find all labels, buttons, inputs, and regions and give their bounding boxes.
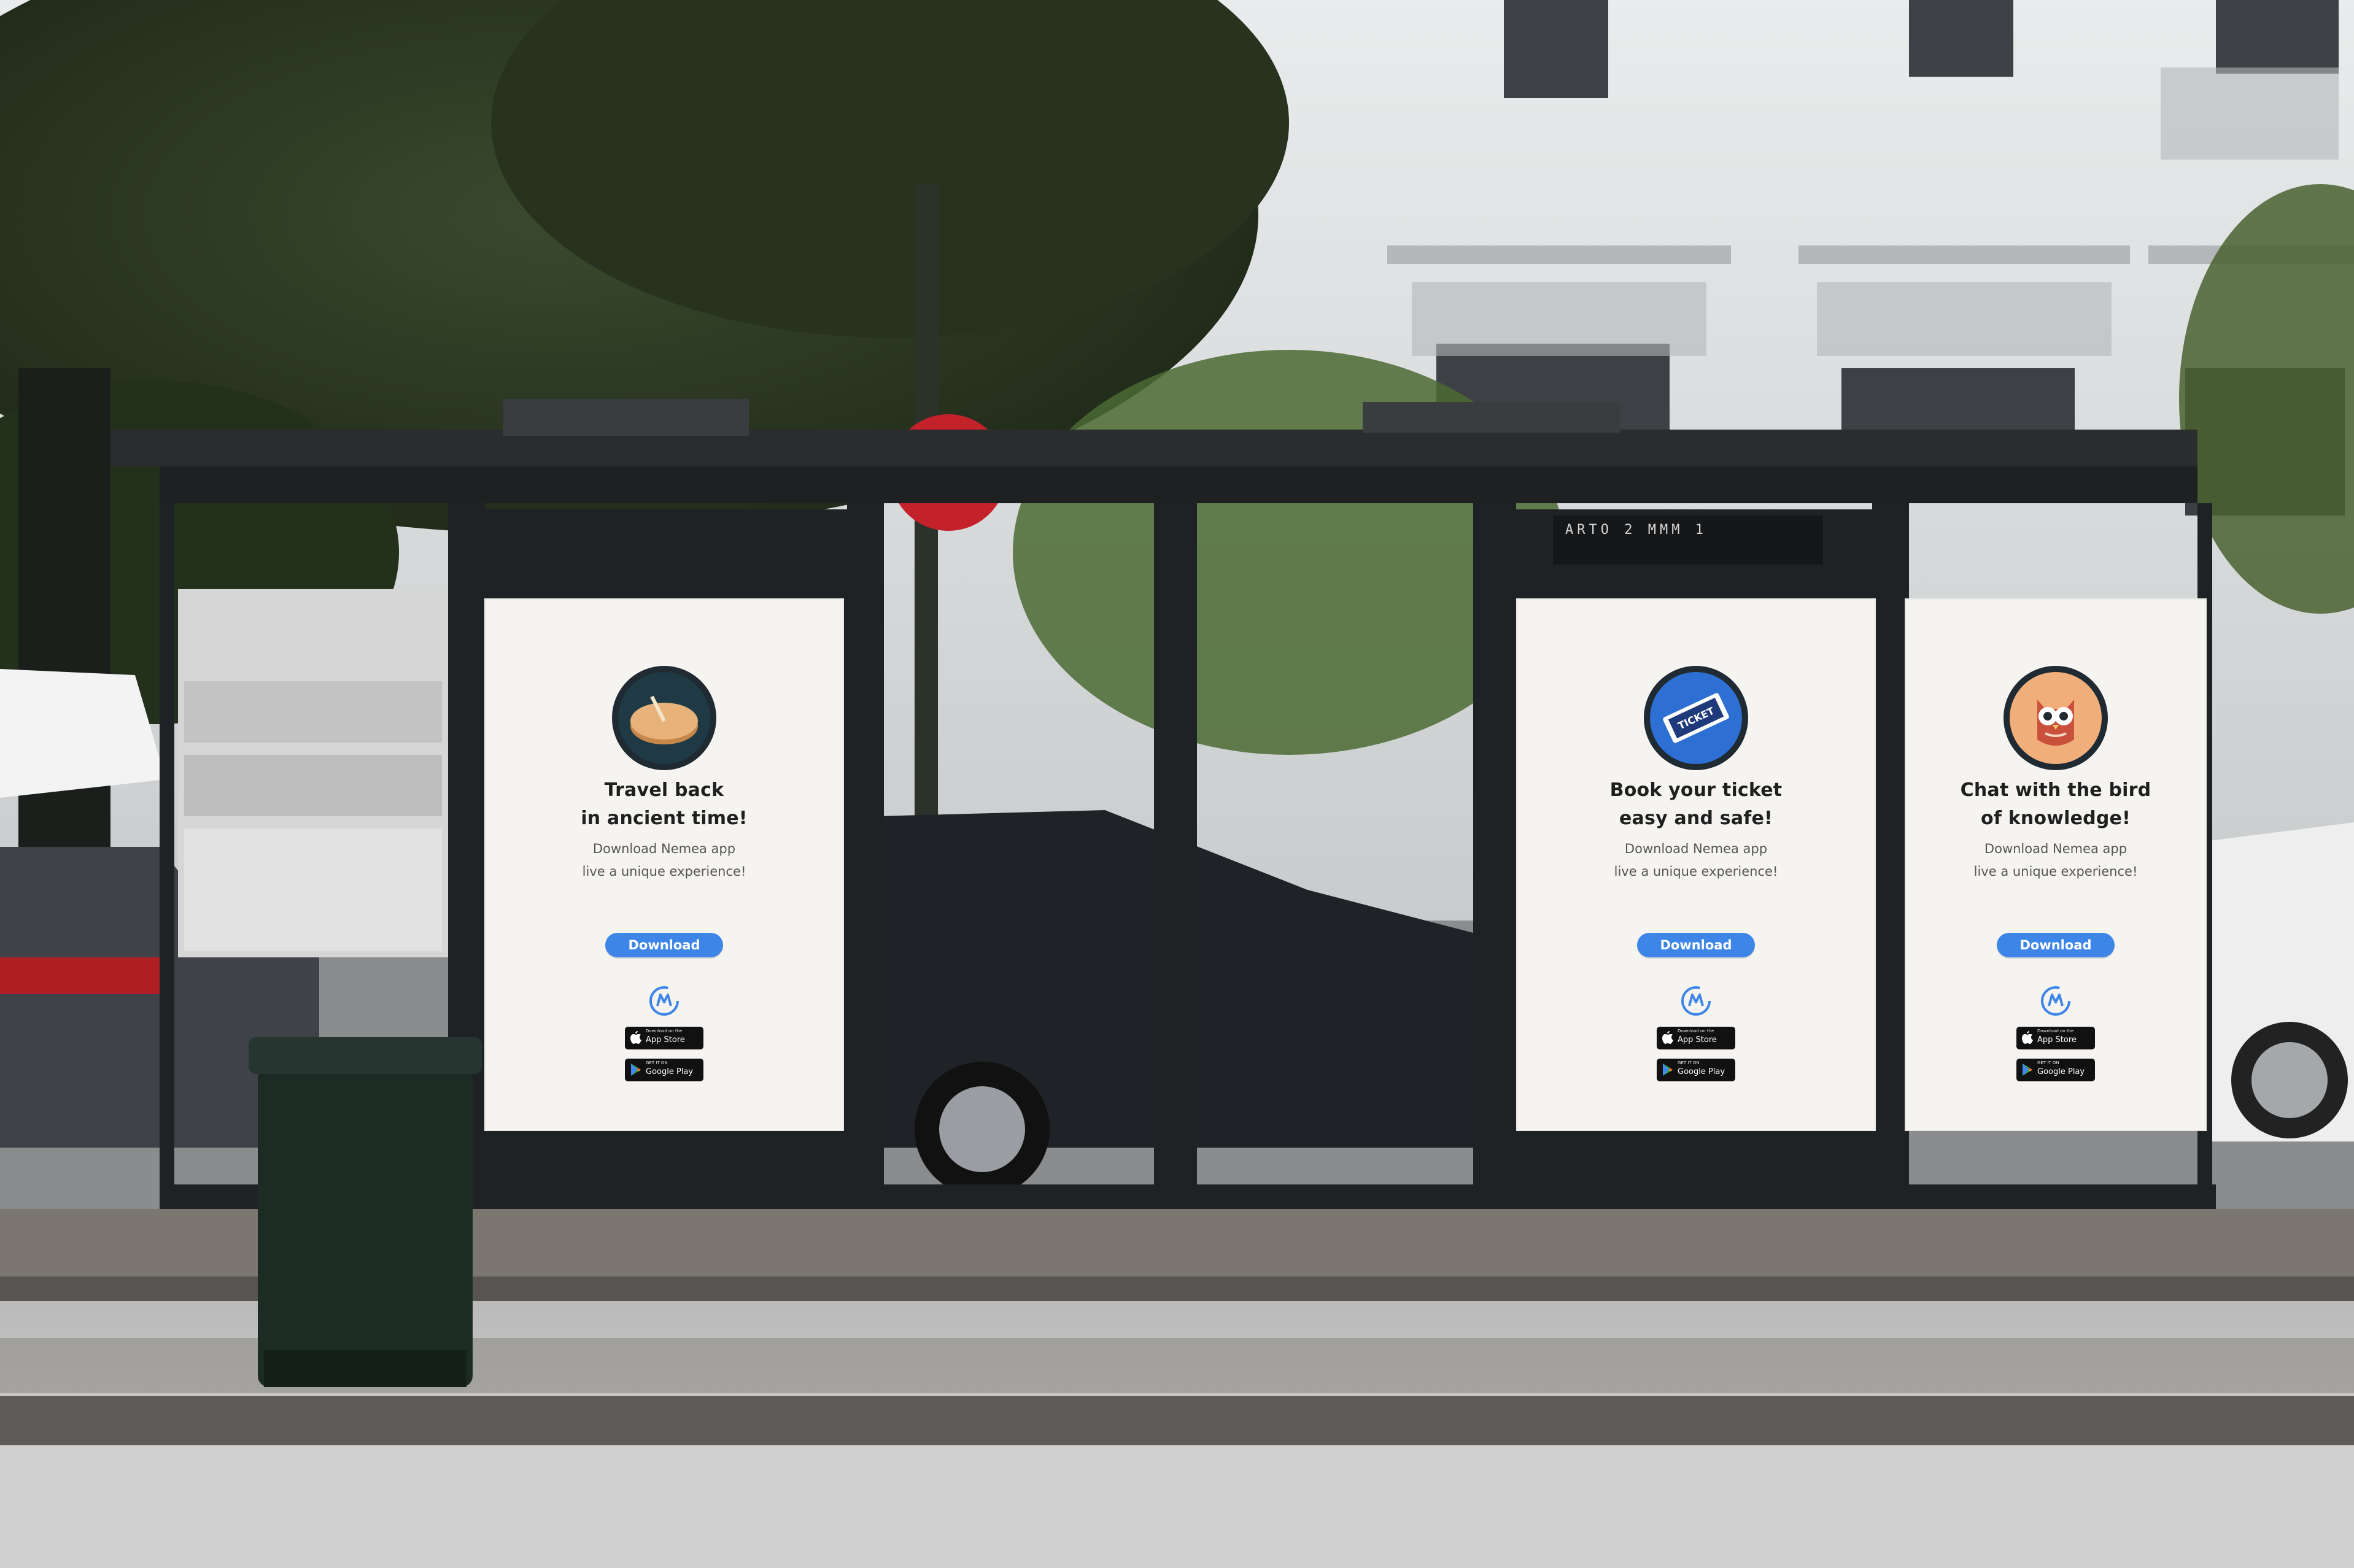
display-board-text: ARTO 2 MMM 1 xyxy=(1565,522,1707,538)
google-play-badge[interactable]: GET IT ON Google Play xyxy=(625,1059,703,1081)
poster-headline: Book your ticket easy and safe! xyxy=(1609,779,1783,829)
app-store-badge[interactable]: Download on the App Store xyxy=(1657,1027,1735,1049)
sundial-icon xyxy=(612,666,716,770)
ticket-icon: TICKET xyxy=(1644,666,1748,770)
download-button[interactable]: Download xyxy=(1637,933,1755,957)
shelter-roof xyxy=(110,430,2197,466)
road xyxy=(0,1445,2354,1568)
bus-stop-scene: ARTO 2 MMM 1 Travel back in ancient time… xyxy=(0,0,2354,1568)
poster-travel-back: Travel back in ancient time! Download Ne… xyxy=(484,598,844,1131)
google-play-icon xyxy=(1663,1064,1673,1076)
poster-headline: Chat with the bird of knowledge! xyxy=(1960,779,2151,829)
download-button[interactable]: Download xyxy=(1997,933,2115,957)
nemea-logo-icon xyxy=(649,986,679,1016)
poster-headline: Travel back in ancient time! xyxy=(581,779,748,829)
poster-subtitle: Download Nemea app live a unique experie… xyxy=(582,841,746,879)
apple-icon xyxy=(630,1031,641,1044)
nemea-logo-icon xyxy=(1681,986,1711,1016)
app-store-badge[interactable]: Download on the App Store xyxy=(625,1027,703,1049)
app-store-badge[interactable]: Download on the App Store xyxy=(2016,1027,2095,1049)
poster-subtitle: Download Nemea app live a unique experie… xyxy=(1614,841,1778,879)
apple-icon xyxy=(1662,1031,1673,1044)
poster-book-ticket: TICKET Book your ticket easy and safe! D… xyxy=(1516,598,1876,1131)
google-play-icon xyxy=(631,1064,641,1076)
download-button[interactable]: Download xyxy=(605,933,723,957)
google-play-badge[interactable]: GET IT ON Google Play xyxy=(2016,1059,2095,1081)
owl-icon xyxy=(2004,666,2108,770)
poster-bird-of-knowledge: Chat with the bird of knowledge! Downloa… xyxy=(1905,598,2207,1131)
poster-subtitle: Download Nemea app live a unique experie… xyxy=(1973,841,2138,879)
google-play-icon xyxy=(2023,1064,2032,1076)
trash-bin xyxy=(249,1037,482,1387)
google-play-badge[interactable]: GET IT ON Google Play xyxy=(1657,1059,1735,1081)
apple-icon xyxy=(2022,1031,2033,1044)
nemea-logo-icon xyxy=(2041,986,2070,1016)
